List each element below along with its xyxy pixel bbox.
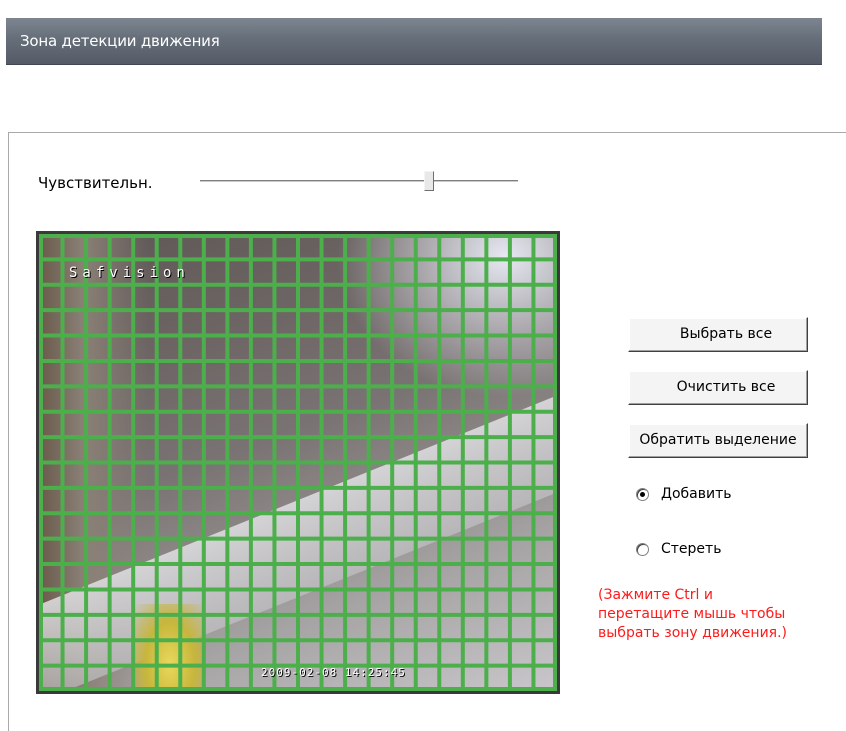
clear-all-button[interactable]: Очистить все [628,370,808,405]
video-preview[interactable]: Safvision 2009-02-08 14:25:45 [36,231,560,694]
select-all-button[interactable]: Выбрать все [628,317,808,352]
hint-text: (Зажмите Ctrl и перетащите мышь чтобы вы… [598,586,838,643]
erase-radio-label[interactable]: Стереть [661,541,721,557]
motion-grid[interactable] [39,234,557,691]
add-radio[interactable] [636,487,649,501]
hint-line: выбрать зону движения.) [598,625,787,641]
title-bar: Зона детекции движения [6,18,822,65]
window-title: Зона детекции движения [20,32,220,50]
hint-line: перетащите мышь чтобы [598,606,786,622]
add-mode-option[interactable]: Добавить [636,484,731,504]
erase-radio[interactable] [636,542,649,556]
hint-line: (Зажмите Ctrl и [598,587,713,603]
sensitivity-slider-track[interactable] [200,180,518,183]
sensitivity-slider-thumb[interactable] [423,171,434,191]
osd-timestamp: 2009-02-08 14:25:45 [261,666,406,679]
invert-selection-button[interactable]: Обратить выделение [628,423,808,458]
osd-camera-name: Safvision [69,265,190,281]
sensitivity-label: Чувствительн. [38,174,153,192]
camera-image: Safvision 2009-02-08 14:25:45 [39,234,557,691]
motion-detection-page: Зона детекции движения Чувствительн. Saf… [0,0,846,731]
add-radio-label[interactable]: Добавить [661,486,731,502]
erase-mode-option[interactable]: Стереть [636,539,721,559]
